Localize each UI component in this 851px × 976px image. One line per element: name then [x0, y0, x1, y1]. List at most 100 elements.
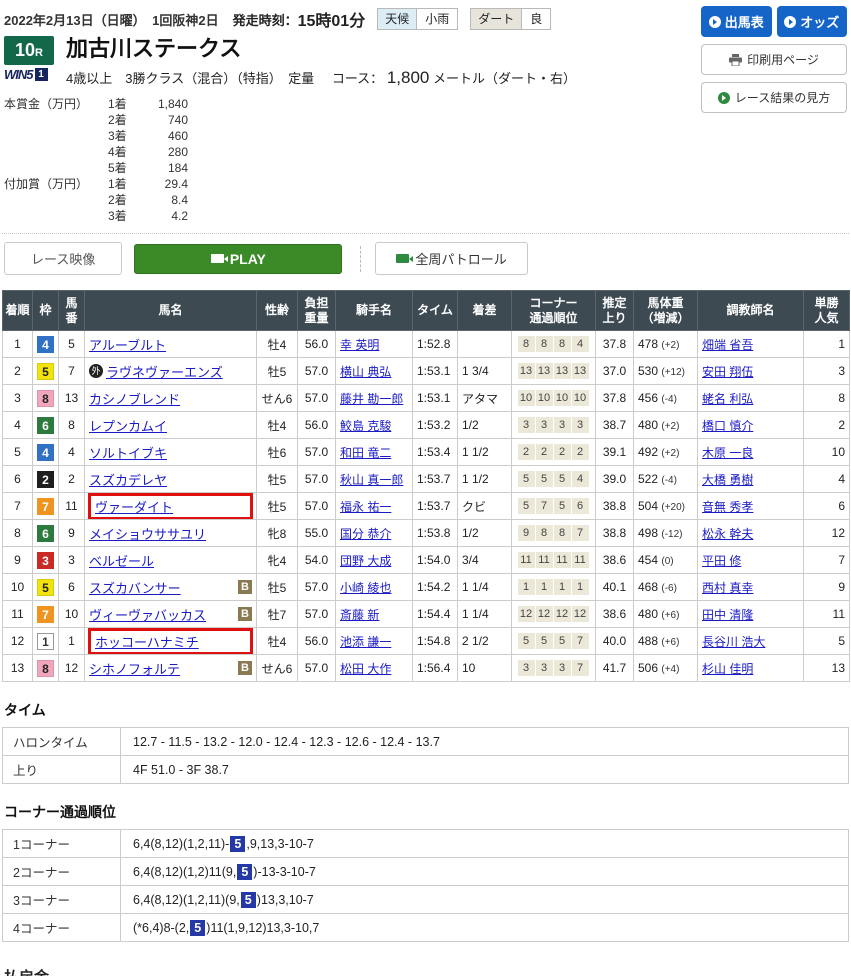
trainer-link[interactable]: 大橋 勇樹	[702, 473, 753, 487]
patrol-video-button[interactable]: 全周パトロール	[375, 242, 527, 275]
result-row: 933ベルゼール牝454.0団野 大成1:54.03/41111111138.6…	[3, 547, 850, 574]
last-3f-cell: 38.8	[596, 493, 634, 520]
trainer-link[interactable]: 音無 秀孝	[702, 500, 753, 514]
time-cell: 1:54.4	[413, 601, 458, 628]
horse-name-cell: ソルトイブキ	[85, 439, 257, 466]
margin-cell: 1 1/4	[458, 601, 512, 628]
trainer-link[interactable]: 杉山 佳明	[702, 662, 753, 676]
jockey-link[interactable]: 池添 謙一	[340, 635, 391, 649]
carried-weight-cell: 57.0	[298, 574, 336, 601]
frame-number-badge: 8	[37, 660, 54, 677]
horse-name-link[interactable]: ヴィーヴァバッカス	[89, 605, 206, 624]
carried-weight-cell: 57.0	[298, 439, 336, 466]
odds-button[interactable]: オッズ	[777, 6, 848, 37]
jockey-link[interactable]: 団野 大成	[340, 554, 391, 568]
entries-button[interactable]: 出馬表	[701, 6, 772, 37]
prize-pair: 1着29.4	[96, 176, 188, 192]
track-label: ダート	[471, 9, 522, 29]
race-info: 加古川ステークス 4歳以上 3勝クラス（混合）（特指） 定量 コース： 1,80…	[60, 36, 576, 88]
result-row: 869メイショウササユリ牝855.0国分 恭介1:53.81/2988738.8…	[3, 520, 850, 547]
horse-origin-mark-icon: 外	[89, 364, 103, 378]
race-video-button[interactable]: レース映像	[4, 242, 122, 275]
horse-name-link[interactable]: ホッコーハナミチ	[95, 632, 199, 651]
play-label: PLAY	[230, 251, 266, 267]
jockey-link[interactable]: 斎藤 新	[340, 608, 379, 622]
sex-age-cell: 牡5	[257, 466, 298, 493]
horse-name-link[interactable]: カシノブレンド	[89, 389, 180, 408]
jockey-link[interactable]: 小崎 綾也	[340, 581, 391, 595]
carried-weight-cell: 56.0	[298, 412, 336, 439]
results-column-header: 調教師名	[698, 291, 804, 331]
corner-position-box: 7	[572, 660, 589, 676]
frame-number-badge: 7	[37, 498, 54, 515]
prize-place-label: 5着	[108, 160, 136, 176]
trainer-link[interactable]: 松永 幹夫	[702, 527, 753, 541]
last-3f-cell: 38.6	[596, 601, 634, 628]
trainer-link[interactable]: 田中 清隆	[702, 608, 753, 622]
trainer-link[interactable]: 木原 一良	[702, 446, 753, 460]
trainer-link[interactable]: 長谷川 浩大	[702, 635, 765, 649]
frame-cell: 4	[33, 439, 59, 466]
trainer-link[interactable]: 橋口 慎介	[702, 419, 753, 433]
print-page-button[interactable]: 印刷用ページ	[701, 44, 847, 75]
corner-position-box: 11	[518, 552, 535, 568]
carried-weight-cell: 56.0	[298, 331, 336, 358]
horse-name-link[interactable]: レプンカムイ	[89, 416, 167, 435]
horse-name-link[interactable]: ベルゼール	[89, 551, 154, 570]
horse-name-link[interactable]: ラヴネヴァーエンズ	[106, 362, 223, 381]
horse-name-link[interactable]: アルーブルト	[89, 335, 166, 354]
corner-order-cell: 13131313	[512, 358, 596, 385]
time-row: ハロンタイム12.7 - 11.5 - 13.2 - 12.0 - 12.4 -…	[3, 728, 849, 756]
jockey-link[interactable]: 和田 竜二	[340, 446, 391, 460]
horse-number-cell: 9	[59, 520, 85, 547]
margin-cell: 1 1/2	[458, 439, 512, 466]
margin-cell: 1 1/2	[458, 466, 512, 493]
trainer-link[interactable]: 安田 翔伍	[702, 365, 753, 379]
play-button[interactable]: PLAY	[134, 244, 342, 274]
trainer-link[interactable]: 畑端 省吾	[702, 338, 753, 352]
result-guide-button[interactable]: レース結果の見方	[701, 82, 847, 113]
jockey-cell: 斎藤 新	[336, 601, 413, 628]
jockey-link[interactable]: 福永 祐一	[340, 500, 391, 514]
odds-button-label: オッズ	[800, 12, 839, 31]
sex-age-cell: せん6	[257, 385, 298, 412]
margin-cell	[458, 331, 512, 358]
horse-name-link[interactable]: メイショウササユリ	[89, 524, 206, 543]
horse-name-link[interactable]: スズカデレヤ	[89, 470, 167, 489]
horse-name-link[interactable]: スズカバンサー	[89, 578, 181, 597]
jockey-link[interactable]: 藤井 勘一郎	[340, 392, 403, 406]
horse-name-link[interactable]: ソルトイブキ	[89, 443, 167, 462]
prize-money-block: 本賞金（万円） 1着1,8402着7403着4604着2805着184 付加賞（…	[4, 96, 849, 224]
jockey-link[interactable]: 松田 大作	[340, 662, 391, 676]
carried-weight-cell: 56.0	[298, 628, 336, 655]
race-title: 加古川ステークス	[66, 36, 576, 62]
finish-order-cell: 8	[3, 520, 33, 547]
horse-name-link[interactable]: ヴァーダイト	[95, 497, 173, 516]
body-weight-cell: 504 (+20)	[634, 493, 698, 520]
prize-amount: 460	[136, 128, 188, 144]
horse-name-cell: ヴィーヴァバッカスB	[85, 601, 257, 628]
jockey-link[interactable]: 幸 英明	[340, 338, 379, 352]
highlighted-horse-number: 5	[237, 864, 252, 880]
corner-row-value: 6,4(8,12)(1,2)11(9,5)-13-3-10-7	[121, 858, 849, 886]
payout-heading-row: 払戻金	[2, 966, 849, 976]
trainer-link[interactable]: 平田 修	[702, 554, 741, 568]
horse-name-link[interactable]: シホノフォルテ	[89, 659, 180, 678]
trainer-link[interactable]: 西村 真幸	[702, 581, 753, 595]
jockey-link[interactable]: 横山 典弘	[340, 365, 391, 379]
prize-amount: 184	[136, 160, 188, 176]
patrol-label: 全周パトロール	[415, 249, 506, 268]
jockey-link[interactable]: 国分 恭介	[340, 527, 391, 541]
corner-position-box: 5	[518, 498, 535, 514]
corner-order-cell: 5756	[512, 493, 596, 520]
horse-name-cell: メイショウササユリ	[85, 520, 257, 547]
jockey-link[interactable]: 秋山 真一郎	[340, 473, 403, 487]
carried-weight-cell: 57.0	[298, 655, 336, 682]
result-row: 7711ヴァーダイト牡557.0福永 祐一1:53.7クビ575638.8504…	[3, 493, 850, 520]
body-weight-cell: 492 (+2)	[634, 439, 698, 466]
carried-weight-cell: 57.0	[298, 358, 336, 385]
win-popularity-cell: 11	[804, 601, 850, 628]
horse-name-cell: 外ラヴネヴァーエンズ	[85, 358, 257, 385]
trainer-link[interactable]: 蛯名 利弘	[702, 392, 753, 406]
jockey-link[interactable]: 鮫島 克駿	[340, 419, 391, 433]
